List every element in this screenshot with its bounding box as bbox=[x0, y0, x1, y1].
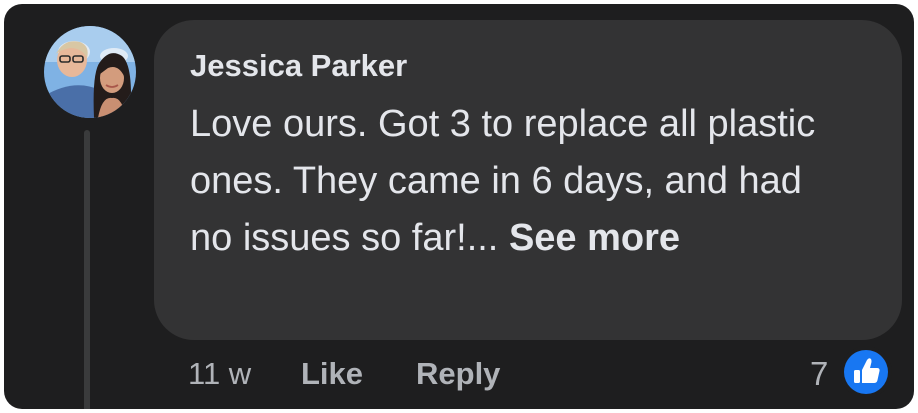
avatar-photo bbox=[44, 26, 136, 118]
reply-thread-line bbox=[84, 130, 90, 409]
comment-author-name[interactable]: Jessica Parker bbox=[190, 48, 407, 84]
reply-button[interactable]: Reply bbox=[416, 354, 500, 394]
comment-text: Love ours. Got 3 to replace all plastic … bbox=[190, 96, 850, 267]
reaction-badge[interactable] bbox=[840, 346, 892, 398]
avatar[interactable] bbox=[44, 26, 136, 118]
comment-body: Love ours. Got 3 to replace all plastic … bbox=[190, 103, 816, 259]
comment-card: Jessica Parker Love ours. Got 3 to repla… bbox=[4, 4, 914, 409]
see-more-link[interactable]: See more bbox=[509, 217, 680, 259]
thumbs-up-icon bbox=[844, 350, 888, 394]
like-button[interactable]: Like bbox=[301, 354, 363, 394]
reaction-count[interactable]: 7 bbox=[810, 354, 828, 394]
comment-bubble: Jessica Parker Love ours. Got 3 to repla… bbox=[154, 20, 902, 340]
comment-timestamp[interactable]: 11 w bbox=[188, 354, 251, 394]
